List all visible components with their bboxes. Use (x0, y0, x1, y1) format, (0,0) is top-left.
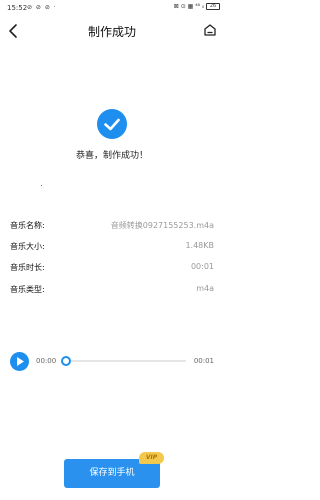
duration-value: 00:01 (190, 262, 214, 271)
status-time: 15:52 (7, 4, 28, 12)
total-time: 00:01 (193, 357, 214, 365)
status-indicators: ⊠ ⊙ ▦ ⁴⁶ ᵢₗ 26 (174, 3, 220, 10)
size-label: 音乐大小: (10, 242, 45, 251)
success-message: 恭喜，制作成功！ (75, 151, 148, 161)
decorative-dot (41, 185, 42, 186)
page-title: 制作成功 (87, 25, 136, 39)
progress-track[interactable] (71, 360, 186, 362)
progress-handle[interactable] (61, 356, 71, 366)
type-value: m4a (196, 284, 214, 293)
name-label: 音乐名称: (10, 221, 45, 230)
vip-badge: VIP (139, 452, 164, 464)
audio-player: 00:00 00:01 (0, 350, 224, 372)
notification-icons: ⊘ ⊘ ⊘ · (27, 4, 57, 11)
info-row-duration: 音乐时长: 00:01 (10, 262, 214, 274)
home-icon (204, 24, 216, 36)
size-value: 1.48KB (185, 241, 214, 250)
battery-icon: 26 (206, 3, 220, 10)
nav-bar: 制作成功 (0, 16, 224, 46)
type-label: 音乐类型: (10, 285, 45, 294)
name-value: 音频转换0927155253.m4a (110, 221, 214, 230)
home-button[interactable] (202, 22, 218, 38)
duration-label: 音乐时长: (10, 263, 45, 272)
info-row-name: 音乐名称: 音频转换0927155253.m4a (10, 220, 214, 232)
current-time: 00:00 (36, 357, 57, 365)
status-bar: 15:52 ⊘ ⊘ ⊘ · ⊠ ⊙ ▦ ⁴⁶ ᵢₗ 26 (0, 0, 224, 16)
success-check-icon (97, 109, 127, 139)
info-row-type: 音乐类型: m4a (10, 284, 214, 296)
signal-icons: ⊠ ⊙ ▦ ⁴⁶ ᵢₗ (173, 3, 204, 10)
info-row-size: 音乐大小: 1.48KB (10, 241, 214, 253)
play-icon (17, 357, 24, 366)
play-button[interactable] (10, 352, 29, 371)
